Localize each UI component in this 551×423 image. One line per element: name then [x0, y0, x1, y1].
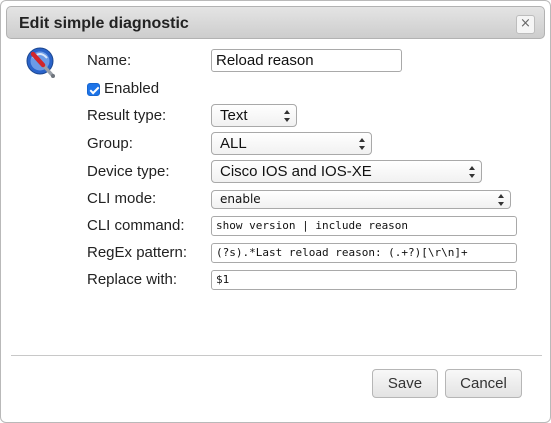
cli-command-input[interactable]: show version | include reason — [211, 216, 517, 236]
enabled-label: Enabled — [104, 80, 160, 97]
replace-with-input[interactable]: $1 — [211, 270, 517, 290]
close-icon: × — [520, 16, 531, 31]
cancel-button[interactable]: Cancel — [445, 369, 522, 398]
footer-divider — [11, 355, 542, 356]
name-input[interactable]: Reload reason — [211, 49, 402, 72]
select-arrows-icon — [284, 109, 291, 122]
select-arrows-icon — [498, 193, 505, 206]
save-button[interactable]: Save — [372, 369, 438, 398]
cli-mode-label: CLI mode: — [87, 190, 157, 207]
edit-diagnostic-dialog: Edit simple diagnostic × Name: Reload re… — [0, 0, 551, 423]
name-label: Name: — [87, 52, 132, 69]
close-button[interactable]: × — [516, 15, 535, 34]
result-type-value: Text — [220, 107, 248, 124]
group-label: Group: — [87, 135, 133, 152]
group-select[interactable]: ALL — [211, 132, 372, 155]
cli-mode-select[interactable]: enable — [211, 190, 511, 209]
dialog-titlebar[interactable]: Edit simple diagnostic × — [6, 6, 545, 39]
device-type-select[interactable]: Cisco IOS and IOS-XE — [211, 160, 482, 183]
result-type-select[interactable]: Text — [211, 104, 297, 127]
device-type-label: Device type: — [87, 163, 170, 180]
device-type-value: Cisco IOS and IOS-XE — [220, 163, 372, 180]
group-value: ALL — [220, 135, 247, 152]
dialog-title: Edit simple diagnostic — [19, 15, 189, 32]
enabled-checkbox[interactable] — [87, 83, 100, 96]
select-arrows-icon — [359, 137, 366, 150]
select-arrows-icon — [469, 165, 476, 178]
regex-pattern-input[interactable]: (?s).*Last reload reason: (.+?)[\r\n]+ — [211, 243, 517, 263]
replace-with-label: Replace with: — [87, 271, 178, 288]
regex-pattern-label: RegEx pattern: — [87, 244, 188, 261]
cli-command-label: CLI command: — [87, 217, 185, 234]
diagnostic-tool-icon — [26, 47, 55, 78]
cli-mode-value: enable — [220, 192, 261, 206]
result-type-label: Result type: — [87, 107, 167, 124]
